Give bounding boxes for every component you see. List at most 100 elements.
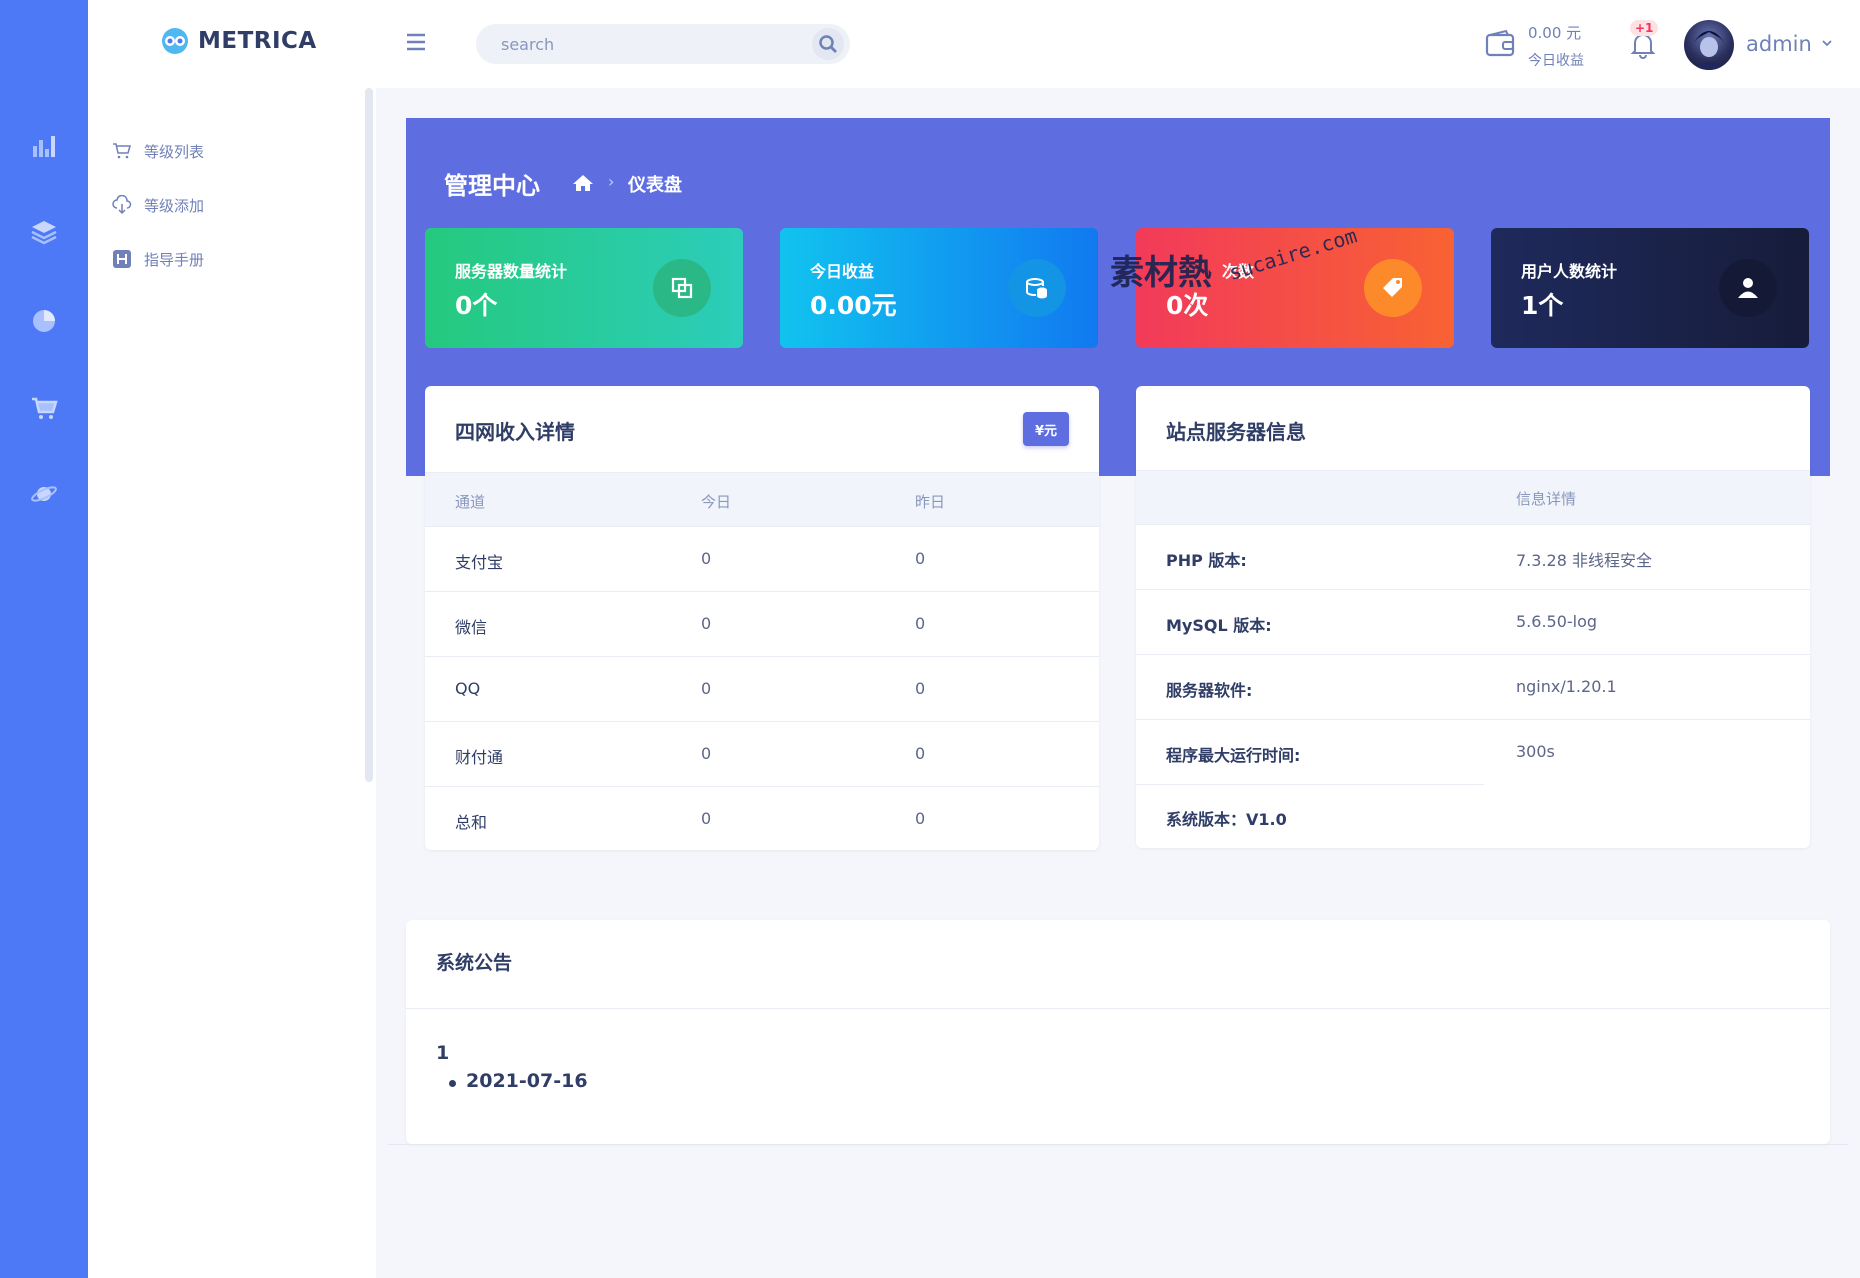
panel-title: 四网收入详情 (455, 420, 575, 444)
table-header: 信息详情 (1136, 470, 1810, 524)
info-value: 7.3.28 非线程安全 (1516, 551, 1652, 570)
yesterday-cell: 0 (915, 679, 926, 698)
stat-label: 用户人数统计 (1521, 262, 1618, 281)
info-value: 5.6.50-log (1516, 612, 1598, 631)
today-cell: 0 (701, 744, 712, 763)
column-header: 通道 (455, 493, 486, 511)
column-header: 昨日 (915, 493, 946, 511)
sidebar-item-level-list[interactable]: 等级列表 (112, 124, 204, 178)
chart-icon[interactable] (22, 124, 66, 168)
table-row: 程序最大运行时间: 300s (1136, 719, 1810, 784)
channel-cell: 微信 (455, 618, 488, 637)
yesterday-cell: 0 (915, 614, 926, 633)
info-value: 300s (1516, 742, 1555, 761)
panel-title: 系统公告 (436, 952, 513, 974)
brand-name: METRICA (198, 28, 317, 54)
channel-cell: 支付宝 (455, 553, 504, 572)
page-title: 管理中心 (444, 172, 540, 200)
search-button[interactable] (812, 28, 844, 60)
stat-icon-wrap (1364, 259, 1422, 317)
yesterday-cell: 0 (915, 744, 926, 763)
planet-icon[interactable] (22, 472, 66, 516)
pie-icon[interactable] (22, 298, 66, 342)
tag-icon (1383, 278, 1402, 297)
footer-divider (388, 1144, 1848, 1145)
menu-toggle-icon[interactable] (404, 30, 428, 54)
column-header: 信息详情 (1516, 490, 1577, 508)
user-icon (1738, 278, 1758, 298)
currency-button[interactable]: ¥元 (1022, 412, 1069, 446)
notification-badge: +1 (1630, 20, 1659, 36)
earnings-value: 0.00 元 (1528, 24, 1582, 42)
stat-card-users: 用户人数统计 1个 (1491, 228, 1809, 348)
search-input[interactable] (476, 24, 776, 64)
row-divider (1136, 784, 1484, 785)
sidebar-item-level-add[interactable]: 等级添加 (112, 178, 204, 232)
sidebar-item-label: 等级列表 (144, 142, 205, 161)
user-name[interactable]: admin (1746, 32, 1812, 56)
coins-icon (1026, 278, 1047, 299)
stat-value: 0个 (455, 291, 498, 320)
panel-title: 站点服务器信息 (1166, 420, 1306, 444)
notice-panel: 系统公告 1 2021-07-16 (406, 920, 1830, 1144)
layers-icon[interactable] (22, 210, 66, 254)
sidebar-item-label: 等级添加 (144, 196, 205, 215)
info-value: nginx/1.20.1 (1516, 677, 1617, 696)
divider (406, 1008, 1830, 1009)
cloud-download-icon (112, 195, 132, 215)
watermark-text: 素材熱 (1110, 253, 1212, 293)
stat-card-earnings: 今日收益 0.00元 (780, 228, 1098, 348)
channel-cell: 财付通 (455, 748, 504, 767)
stat-icon-wrap (1719, 259, 1777, 317)
metrica-logo-icon (162, 28, 188, 54)
table-row: PHP 版本: 7.3.28 非线程安全 (1136, 524, 1810, 589)
search-box (476, 24, 850, 64)
cart-icon[interactable] (22, 386, 66, 430)
channel-cell: QQ (455, 679, 481, 698)
avatar-image (1692, 31, 1726, 70)
breadcrumb-current: 仪表盘 (628, 175, 682, 196)
info-key: 服务器软件: (1166, 681, 1253, 700)
sidebar-item-guide[interactable]: 指导手册 (112, 232, 204, 286)
stat-label: 今日收益 (810, 262, 875, 281)
table-row: QQ 0 0 (425, 656, 1099, 721)
table-row: 服务器软件: nginx/1.20.1 (1136, 654, 1810, 719)
copy-icon (671, 277, 693, 299)
sidebar-scrollbar[interactable] (365, 88, 373, 782)
stat-icon-wrap (1008, 259, 1066, 317)
home-icon[interactable] (572, 172, 594, 194)
table-row: 系统版本：V1.0 (1136, 784, 1810, 849)
stat-value: 0.00元 (810, 291, 897, 320)
stat-value: 1个 (1521, 291, 1564, 320)
today-cell: 0 (701, 549, 712, 568)
info-key: 系统版本：V1.0 (1166, 810, 1287, 829)
earnings-label: 今日收益 (1528, 53, 1584, 69)
breadcrumb-separator: › (608, 172, 615, 191)
server-panel: 站点服务器信息 信息详情 PHP 版本: 7.3.28 非线程安全 MySQL … (1136, 386, 1810, 848)
today-cell: 0 (701, 614, 712, 633)
channel-cell: 总和 (455, 813, 488, 832)
column-header: 今日 (701, 493, 732, 511)
avatar[interactable] (1684, 20, 1734, 70)
table-row: 财付通 0 0 (425, 721, 1099, 786)
brand-logo[interactable]: METRICA (160, 26, 317, 56)
sidebar: METRICA 等级列表 等级添加 指导手册 (88, 0, 376, 1278)
info-key: MySQL 版本: (1166, 616, 1272, 635)
info-key: 程序最大运行时间: (1166, 746, 1301, 765)
wallet-icon[interactable] (1484, 28, 1516, 60)
today-cell: 0 (701, 679, 712, 698)
notice-number: 1 (436, 1042, 450, 1064)
chevron-down-icon[interactable] (1820, 36, 1834, 50)
sidebar-menu: 等级列表 等级添加 指导手册 (112, 124, 204, 286)
search-icon (819, 35, 837, 53)
table-header: 通道 今日 昨日 (425, 472, 1099, 526)
yesterday-cell: 0 (915, 809, 926, 828)
info-key: PHP 版本: (1166, 551, 1247, 570)
table-row: MySQL 版本: 5.6.50-log (1136, 589, 1810, 654)
sidebar-item-label: 指导手册 (144, 250, 205, 269)
stat-icon-wrap (653, 259, 711, 317)
today-cell: 0 (701, 809, 712, 828)
stat-card-servers: 服务器数量统计 0个 (425, 228, 743, 348)
table-row: 总和 0 0 (425, 786, 1099, 851)
yesterday-cell: 0 (915, 549, 926, 568)
